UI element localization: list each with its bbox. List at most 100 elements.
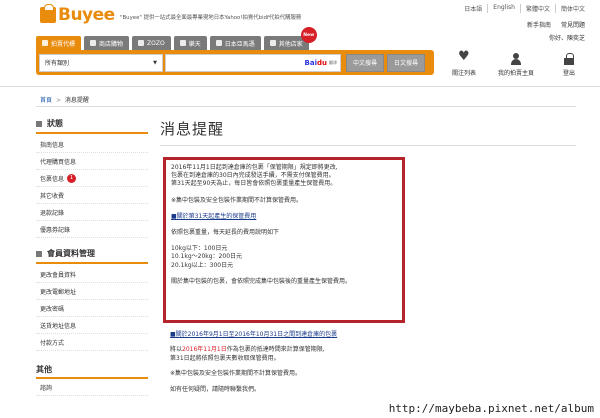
sidebar-item-label: 付款方式 [40,339,65,347]
tab-shopping[interactable]: 商店購物 [84,36,130,50]
tab-label: ZOZO [147,39,165,47]
breadcrumb: 首頁 > 消息提醒 [40,95,89,104]
sidebar-item-edit-member-info[interactable]: 更改會員資料 [36,266,148,283]
watchlist-link[interactable]: 關注列表 [452,49,476,77]
sidebar-section-header: 狀態 [36,118,148,134]
sidebar: 狀態 指南信息 代理購買信息 包裹信息 1 其它收費 退款記錄 優惠券記錄 會員… [36,118,148,396]
sidebar-item-label: 代理購買信息 [40,158,77,166]
user-greeting: 你好、陳奕芝 [544,33,590,42]
title-divider [160,145,576,146]
logout-link[interactable]: 登出 [563,53,575,77]
square-bullet-icon [36,250,42,257]
notice-text: 將以 [170,346,183,354]
sidebar-item-label: 優惠券記錄 [40,226,71,234]
search-input[interactable]: Bai du 翻译 [165,53,341,72]
user-greeting-link[interactable]: 你好、陳奕芝 [544,33,590,42]
sidebar-item-package-info[interactable]: 包裹信息 1 [36,170,148,187]
baidu-brand-1: Bai [304,58,317,67]
sidebar-item-proxy-purchase-info[interactable]: 代理購買信息 [36,153,148,170]
page-title: 消息提醒 [160,120,225,138]
sidebar-item-label: 更改密碼 [40,305,65,313]
buyee-logo[interactable]: Buyee [40,4,115,25]
language-bar: 日本語 English 繁體中文 簡体中文 [459,4,590,13]
notice-line: ※集中包裝及安全包裝作業期間不計算保管費用。 [170,370,302,378]
baidu-translate-logo: Bai du 翻译 [305,59,337,67]
sidebar-item-shipping-address[interactable]: 送貨地址信息 [36,317,148,334]
chinese-search-button[interactable]: 中文搜尋 [346,53,385,72]
notice-line: 第31天起至90天為止，每日皆會依照包裹重量產生保管費用。 [171,180,337,188]
sidebar-heading-member: 會員資料管理 [47,249,95,258]
service-tabs: 拍賣代標 商店購物 ZOZO 樂天 日本亞馬遜 其他店家 New [36,27,317,50]
notice-line: 如有任何疑問，請隨時聯繫我們。 [170,385,261,393]
shop-icon [179,40,186,46]
sidebar-item-label: 指南信息 [40,141,65,149]
category-select-value: 所有類別 [45,60,70,67]
breadcrumb-divider [36,106,576,107]
sidebar-item-label: 包裹信息 [40,175,65,183]
secondary-notice: ■關於2016年9月1日至2016年10月31日之間到達倉庫的包裹 將以2016… [170,331,500,394]
tab-amazon[interactable]: 日本亞馬遜 [209,36,261,50]
notice-line: 將以2016年11月1日作為包裹的抵達時間來計算保管期限, [170,346,500,354]
baidu-brand-2: du [317,58,327,67]
sidebar-item-label: 更改電郵地址 [40,288,77,296]
sidebar-item-change-email[interactable]: 更改電郵地址 [36,283,148,300]
highlighted-notice: 2016年11月1日起到達倉庫的包裹「保管期限」規定即將更改, 包裹在到達倉庫的… [163,157,405,323]
header-divider [0,86,600,87]
user-icon [510,53,522,65]
sidebar-item-coupon-records[interactable]: 優惠券記錄 [36,221,148,238]
cart-icon [90,40,97,46]
tab-auction[interactable]: 拍賣代標 [36,36,82,50]
tab-label: 其他店家 [278,40,303,48]
sidebar-item-label: 更改會員資料 [40,271,77,279]
bag-logo-icon [40,4,56,23]
breadcrumb-home[interactable]: 首頁 [40,97,52,104]
square-bullet-icon [36,120,42,127]
sidebar-item-label: 送貨地址信息 [40,322,77,330]
help-links: 新手指南 常見問題 [522,20,590,29]
my-page-label: 我的拍賣主頁 [498,70,535,77]
notice-line: 關於集中包裝的包裹，會依照完成集中包裝後的重量產生保管費用。 [171,277,352,285]
tab-rakuten[interactable]: 樂天 [173,36,207,50]
breadcrumb-current: 消息提醒 [64,97,89,104]
sidebar-heading-status: 狀態 [47,119,63,128]
sidebar-item-inquiry[interactable]: 諮詢 [36,379,148,396]
highlight-date: 2016年11月1日 [182,346,227,354]
sidebar-item-other-charges[interactable]: 其它收費 [36,187,148,204]
sidebar-item-label: 諮詢 [40,384,53,392]
tab-other-stores[interactable]: 其他店家 New [263,27,317,50]
sidebar-section-header: 會員資料管理 [36,248,148,264]
sidebar-item-guide-info[interactable]: 指南信息 [36,136,148,153]
notice-subheading: ■關於第31天起產生的保管費用 [171,212,257,220]
fee-tier: 20.1kg以上：300日元 [171,261,234,269]
tab-zozo[interactable]: ZOZO [132,36,171,50]
sidebar-item-payment-method[interactable]: 付款方式 [36,334,148,351]
lang-traditional-chinese[interactable]: 繁體中文 [519,4,555,13]
lang-simplified-chinese[interactable]: 簡体中文 [554,4,590,13]
search-bar: 所有類別 ▼ Bai du 翻译 中文搜尋 日文搜尋 [36,50,434,75]
notice-line: 第31日起將依照包裹天數收取保管費用。 [170,354,280,362]
lang-english[interactable]: English [487,4,520,13]
logout-label: 登出 [563,70,576,77]
tab-label: 拍賣代標 [51,40,76,48]
chevron-down-icon: ▼ [153,59,157,66]
notice-line: 2016年11月1日起到達倉庫的包裹「保管期限」規定即將更改, [171,164,338,171]
lang-japanese[interactable]: 日本語 [459,4,487,13]
category-select[interactable]: 所有類別 ▼ [39,53,163,72]
lock-icon [563,53,575,65]
notification-count-badge: 1 [67,173,77,183]
japanese-search-button[interactable]: 日文搜尋 [387,53,426,72]
faq-link[interactable]: 常見問題 [556,20,590,29]
shop-icon [138,40,145,46]
beginner-guide-link[interactable]: 新手指南 [522,20,556,29]
logo-text: Buyee [58,5,115,25]
fee-tier: 10.1kg～20kg：200日元 [171,253,243,261]
my-page-link[interactable]: 我的拍賣主頁 [498,53,534,77]
sidebar-item-change-password[interactable]: 更改密碼 [36,300,148,317]
gavel-icon [42,40,48,46]
notice-line: 依照包裹重量，每天延長的費用說明如下 [171,229,280,237]
sidebar-item-refund-records[interactable]: 退款記錄 [36,204,148,221]
sidebar-heading-other: 其他 [36,359,148,379]
